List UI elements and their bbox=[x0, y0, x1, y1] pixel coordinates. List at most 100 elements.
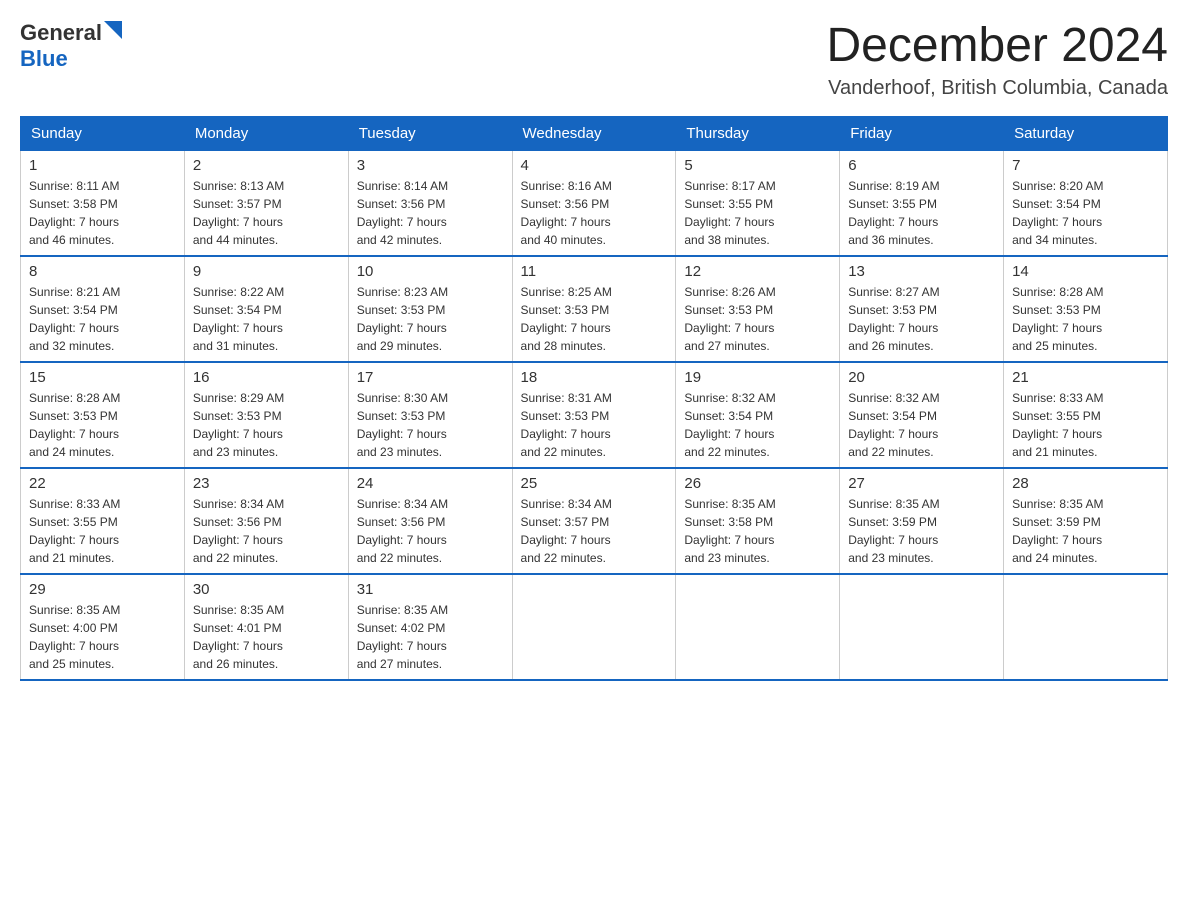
title-area: December 2024 Vanderhoof, British Columb… bbox=[826, 20, 1168, 100]
calendar-cell: 17 Sunrise: 8:30 AMSunset: 3:53 PMDayligh… bbox=[348, 362, 512, 468]
day-info: Sunrise: 8:13 AMSunset: 3:57 PMDaylight:… bbox=[193, 177, 340, 249]
calendar-cell bbox=[1004, 574, 1168, 680]
calendar-cell: 22 Sunrise: 8:33 AMSunset: 3:55 PMDayligh… bbox=[21, 468, 185, 574]
day-info: Sunrise: 8:34 AMSunset: 3:57 PMDaylight:… bbox=[521, 495, 668, 567]
calendar-cell: 30 Sunrise: 8:35 AMSunset: 4:01 PMDayligh… bbox=[184, 574, 348, 680]
day-info: Sunrise: 8:35 AMSunset: 3:58 PMDaylight:… bbox=[684, 495, 831, 567]
week-row: 15 Sunrise: 8:28 AMSunset: 3:53 PMDayligh… bbox=[21, 362, 1168, 468]
day-number: 29 bbox=[29, 581, 176, 598]
calendar-cell: 9Sunrise: 8:22 AMSunset: 3:54 PMDaylight… bbox=[184, 256, 348, 362]
week-row: 22 Sunrise: 8:33 AMSunset: 3:55 PMDayligh… bbox=[21, 468, 1168, 574]
day-number: 27 bbox=[848, 475, 995, 492]
calendar-cell: 23 Sunrise: 8:34 AMSunset: 3:56 PMDayligh… bbox=[184, 468, 348, 574]
day-info: Sunrise: 8:35 AMSunset: 4:00 PMDaylight:… bbox=[29, 601, 176, 673]
day-number: 26 bbox=[684, 475, 831, 492]
calendar-cell: 31 Sunrise: 8:35 AMSunset: 4:02 PMDayligh… bbox=[348, 574, 512, 680]
day-number: 4 bbox=[521, 157, 668, 174]
column-header-wednesday: Wednesday bbox=[512, 116, 676, 150]
column-header-thursday: Thursday bbox=[676, 116, 840, 150]
calendar-cell: 7Sunrise: 8:20 AMSunset: 3:54 PMDaylight… bbox=[1004, 150, 1168, 256]
day-number: 28 bbox=[1012, 475, 1159, 492]
calendar-table: SundayMondayTuesdayWednesdayThursdayFrid… bbox=[20, 116, 1168, 681]
column-header-friday: Friday bbox=[840, 116, 1004, 150]
page-header: General Blue December 2024 Vanderhoof, B… bbox=[20, 20, 1168, 100]
day-info: Sunrise: 8:34 AMSunset: 3:56 PMDaylight:… bbox=[357, 495, 504, 567]
day-number: 22 bbox=[29, 475, 176, 492]
day-info: Sunrise: 8:30 AMSunset: 3:53 PMDaylight:… bbox=[357, 389, 504, 461]
column-header-tuesday: Tuesday bbox=[348, 116, 512, 150]
day-info: Sunrise: 8:28 AMSunset: 3:53 PMDaylight:… bbox=[29, 389, 176, 461]
calendar-body: 1Sunrise: 8:11 AMSunset: 3:58 PMDaylight… bbox=[21, 150, 1168, 680]
day-number: 12 bbox=[684, 263, 831, 280]
day-info: Sunrise: 8:34 AMSunset: 3:56 PMDaylight:… bbox=[193, 495, 340, 567]
day-number: 9 bbox=[193, 263, 340, 280]
logo: General Blue bbox=[20, 20, 126, 72]
day-info: Sunrise: 8:35 AMSunset: 4:02 PMDaylight:… bbox=[357, 601, 504, 673]
day-number: 16 bbox=[193, 369, 340, 386]
day-info: Sunrise: 8:32 AMSunset: 3:54 PMDaylight:… bbox=[684, 389, 831, 461]
day-number: 19 bbox=[684, 369, 831, 386]
column-header-sunday: Sunday bbox=[21, 116, 185, 150]
calendar-cell: 6Sunrise: 8:19 AMSunset: 3:55 PMDaylight… bbox=[840, 150, 1004, 256]
calendar-cell: 1Sunrise: 8:11 AMSunset: 3:58 PMDaylight… bbox=[21, 150, 185, 256]
day-number: 11 bbox=[521, 263, 668, 280]
calendar-cell: 27 Sunrise: 8:35 AMSunset: 3:59 PMDayligh… bbox=[840, 468, 1004, 574]
calendar-cell: 26 Sunrise: 8:35 AMSunset: 3:58 PMDayligh… bbox=[676, 468, 840, 574]
day-number: 13 bbox=[848, 263, 995, 280]
calendar-cell: 19 Sunrise: 8:32 AMSunset: 3:54 PMDayligh… bbox=[676, 362, 840, 468]
calendar-cell: 5 Sunrise: 8:17 AMSunset: 3:55 PMDaylight… bbox=[676, 150, 840, 256]
day-number: 23 bbox=[193, 475, 340, 492]
day-number: 25 bbox=[521, 475, 668, 492]
week-row: 1Sunrise: 8:11 AMSunset: 3:58 PMDaylight… bbox=[21, 150, 1168, 256]
column-header-monday: Monday bbox=[184, 116, 348, 150]
week-row: 8 Sunrise: 8:21 AMSunset: 3:54 PMDaylight… bbox=[21, 256, 1168, 362]
day-info: Sunrise: 8:14 AMSunset: 3:56 PMDaylight:… bbox=[357, 177, 504, 249]
day-info: Sunrise: 8:28 AMSunset: 3:53 PMDaylight:… bbox=[1012, 283, 1159, 355]
calendar-cell bbox=[512, 574, 676, 680]
day-info: Sunrise: 8:23 AMSunset: 3:53 PMDaylight:… bbox=[357, 283, 504, 355]
day-number: 18 bbox=[521, 369, 668, 386]
day-info: Sunrise: 8:25 AMSunset: 3:53 PMDaylight:… bbox=[521, 283, 668, 355]
day-number: 21 bbox=[1012, 369, 1159, 386]
day-number: 15 bbox=[29, 369, 176, 386]
day-number: 17 bbox=[357, 369, 504, 386]
calendar-cell: 13Sunrise: 8:27 AMSunset: 3:53 PMDayligh… bbox=[840, 256, 1004, 362]
day-info: Sunrise: 8:31 AMSunset: 3:53 PMDaylight:… bbox=[521, 389, 668, 461]
calendar-cell: 29 Sunrise: 8:35 AMSunset: 4:00 PMDayligh… bbox=[21, 574, 185, 680]
calendar-cell: 15 Sunrise: 8:28 AMSunset: 3:53 PMDayligh… bbox=[21, 362, 185, 468]
column-header-saturday: Saturday bbox=[1004, 116, 1168, 150]
header-row: SundayMondayTuesdayWednesdayThursdayFrid… bbox=[21, 116, 1168, 150]
month-year-title: December 2024 bbox=[826, 20, 1168, 73]
calendar-cell: 16Sunrise: 8:29 AMSunset: 3:53 PMDayligh… bbox=[184, 362, 348, 468]
day-info: Sunrise: 8:33 AMSunset: 3:55 PMDaylight:… bbox=[1012, 389, 1159, 461]
day-number: 31 bbox=[357, 581, 504, 598]
calendar-cell: 3 Sunrise: 8:14 AMSunset: 3:56 PMDaylight… bbox=[348, 150, 512, 256]
calendar-cell bbox=[676, 574, 840, 680]
day-number: 8 bbox=[29, 263, 176, 280]
day-info: Sunrise: 8:17 AMSunset: 3:55 PMDaylight:… bbox=[684, 177, 831, 249]
day-number: 30 bbox=[193, 581, 340, 598]
calendar-cell: 24 Sunrise: 8:34 AMSunset: 3:56 PMDayligh… bbox=[348, 468, 512, 574]
calendar-cell: 21 Sunrise: 8:33 AMSunset: 3:55 PMDayligh… bbox=[1004, 362, 1168, 468]
day-number: 2 bbox=[193, 157, 340, 174]
day-info: Sunrise: 8:20 AMSunset: 3:54 PMDaylight:… bbox=[1012, 177, 1159, 249]
calendar-cell: 28 Sunrise: 8:35 AMSunset: 3:59 PMDayligh… bbox=[1004, 468, 1168, 574]
day-number: 3 bbox=[357, 157, 504, 174]
day-info: Sunrise: 8:35 AMSunset: 4:01 PMDaylight:… bbox=[193, 601, 340, 673]
day-number: 1 bbox=[29, 157, 176, 174]
day-info: Sunrise: 8:33 AMSunset: 3:55 PMDaylight:… bbox=[29, 495, 176, 567]
calendar-cell: 11 Sunrise: 8:25 AMSunset: 3:53 PMDayligh… bbox=[512, 256, 676, 362]
day-number: 6 bbox=[848, 157, 995, 174]
calendar-cell: 4Sunrise: 8:16 AMSunset: 3:56 PMDaylight… bbox=[512, 150, 676, 256]
day-number: 5 bbox=[684, 157, 831, 174]
calendar-cell: 8 Sunrise: 8:21 AMSunset: 3:54 PMDaylight… bbox=[21, 256, 185, 362]
day-number: 24 bbox=[357, 475, 504, 492]
day-info: Sunrise: 8:32 AMSunset: 3:54 PMDaylight:… bbox=[848, 389, 995, 461]
day-info: Sunrise: 8:35 AMSunset: 3:59 PMDaylight:… bbox=[848, 495, 995, 567]
calendar-cell: 14Sunrise: 8:28 AMSunset: 3:53 PMDayligh… bbox=[1004, 256, 1168, 362]
day-info: Sunrise: 8:35 AMSunset: 3:59 PMDaylight:… bbox=[1012, 495, 1159, 567]
week-row: 29 Sunrise: 8:35 AMSunset: 4:00 PMDayligh… bbox=[21, 574, 1168, 680]
day-info: Sunrise: 8:21 AMSunset: 3:54 PMDaylight:… bbox=[29, 283, 176, 355]
calendar-cell: 20Sunrise: 8:32 AMSunset: 3:54 PMDayligh… bbox=[840, 362, 1004, 468]
day-number: 10 bbox=[357, 263, 504, 280]
